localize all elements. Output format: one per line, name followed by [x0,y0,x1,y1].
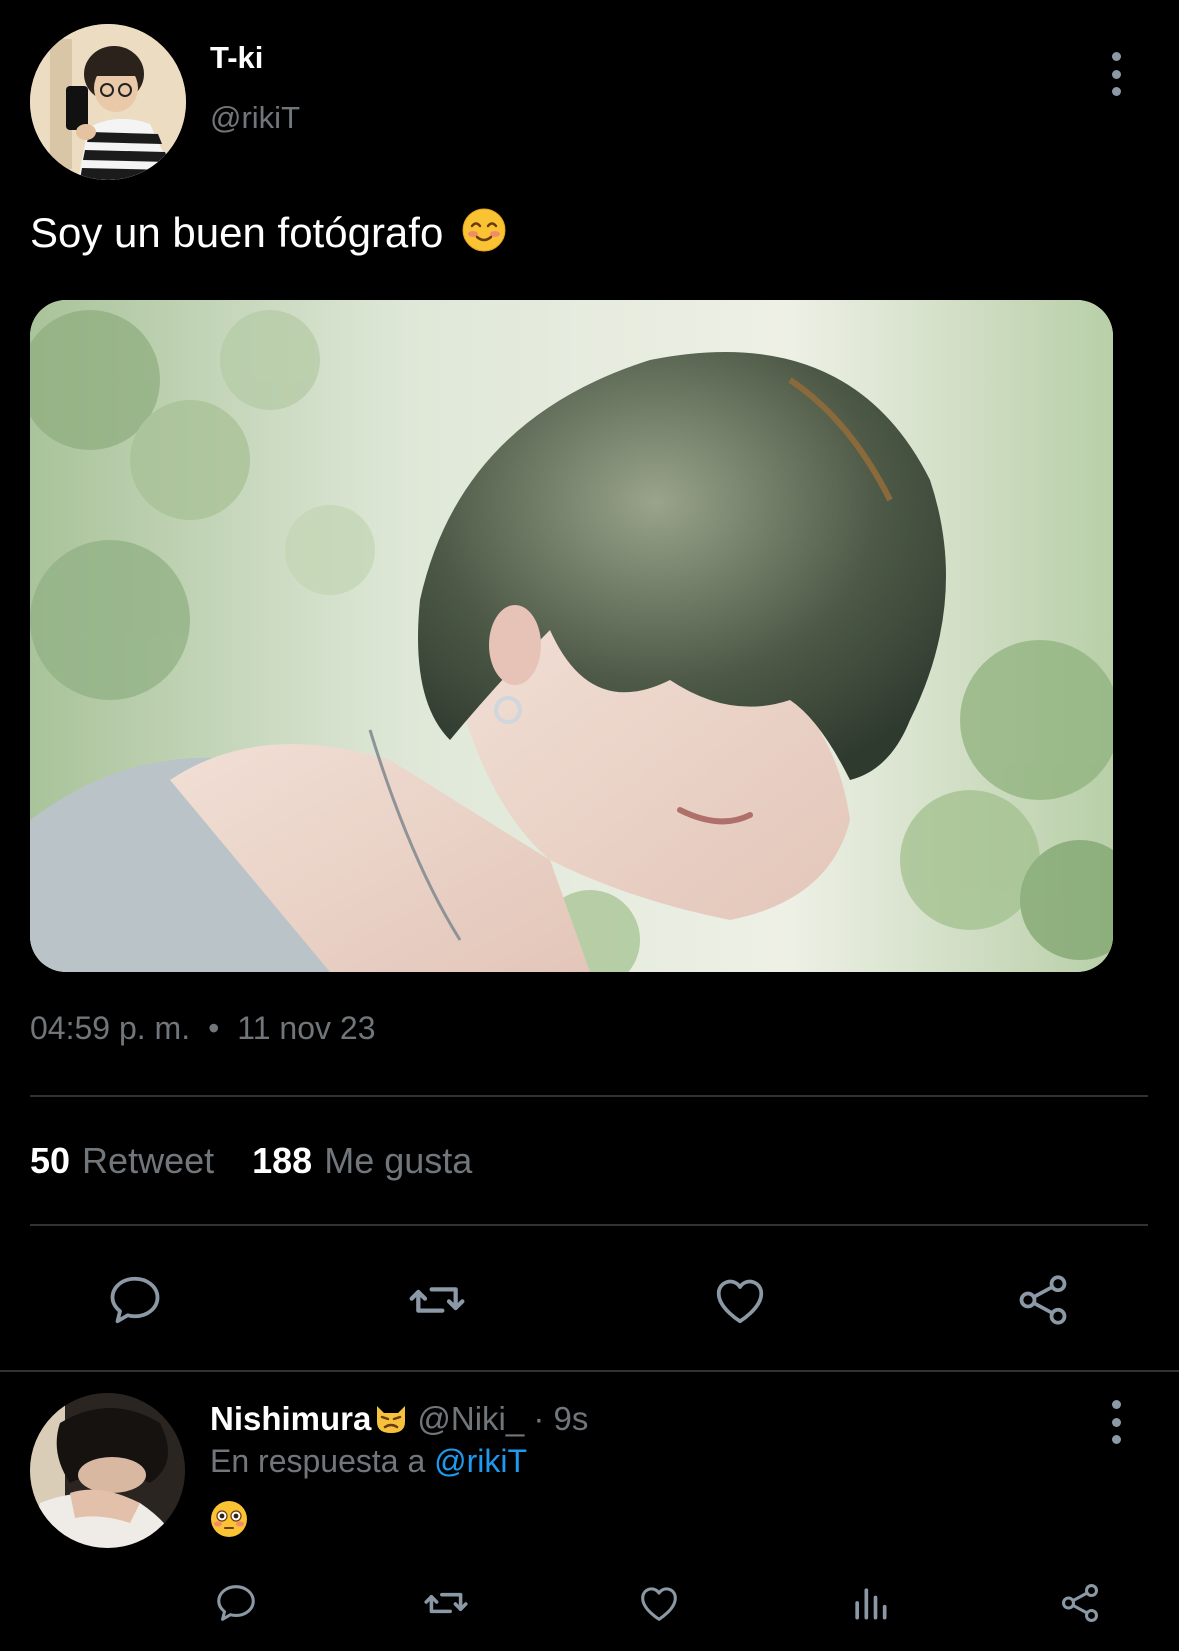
tweet-stats: 50 Retweet 188 Me gusta [30,1140,472,1182]
likes-stat[interactable]: 188 Me gusta [252,1140,472,1181]
share-icon[interactable] [1008,1265,1078,1335]
reply-more-options-icon[interactable] [1100,1400,1132,1444]
tweet-time: 04:59 p. m. [30,1010,191,1046]
timestamp-separator: • [208,1010,220,1046]
retweets-count: 50 [30,1140,71,1181]
reply-author-avatar[interactable] [30,1393,185,1548]
in-reply-prefix: En respuesta a [210,1443,426,1479]
tweet-detail-screen: T-ki @rikiT Soy un buen fotógrafo 04:59 … [0,0,1179,1651]
photo-image [30,300,1113,972]
reply-icon[interactable] [100,1265,170,1335]
smiling-face-icon [461,207,507,263]
reply-handle-time: @Niki_ · 9s [417,1400,589,1437]
divider [30,1095,1148,1097]
in-reply-mention[interactable]: @rikiT [434,1443,527,1479]
retweet-icon[interactable] [402,1265,472,1335]
divider [30,1224,1148,1226]
like-icon[interactable] [705,1265,775,1335]
reply-author-name[interactable]: Nishimura [210,1400,371,1437]
flushed-face-icon [210,1500,248,1542]
more-options-icon[interactable] [1100,52,1132,96]
likes-count: 188 [252,1140,313,1181]
likes-label: Me gusta [324,1140,473,1181]
pouting-cat-icon [373,1400,409,1444]
avatar-photo [30,24,186,180]
author-handle[interactable]: @rikiT [210,100,300,136]
reply-header: Nishimura @Niki_ · 9s [210,1400,588,1444]
in-reply-to: En respuesta a @rikiT [210,1443,527,1480]
author-avatar[interactable] [30,24,186,180]
tweet-timestamp: 04:59 p. m. • 11 nov 23 [30,1010,375,1047]
author-name[interactable]: T-ki [210,40,263,76]
retweets-label: Retweet [82,1140,215,1181]
avatar-photo [30,1393,185,1548]
reply-retweet-icon[interactable] [421,1578,471,1628]
reply-share-icon[interactable] [1055,1578,1105,1628]
reply-reply-icon[interactable] [211,1578,261,1628]
tweet-date: 11 nov 23 [237,1010,376,1046]
tweet-text-content: Soy un buen fotógrafo [30,209,444,256]
divider [0,1370,1179,1372]
tweet-media-photo[interactable] [30,300,1113,972]
tweet-text: Soy un buen fotógrafo [30,207,507,263]
reply-like-icon[interactable] [634,1578,684,1628]
analytics-icon[interactable] [845,1578,895,1628]
retweets-stat[interactable]: 50 Retweet [30,1140,214,1181]
